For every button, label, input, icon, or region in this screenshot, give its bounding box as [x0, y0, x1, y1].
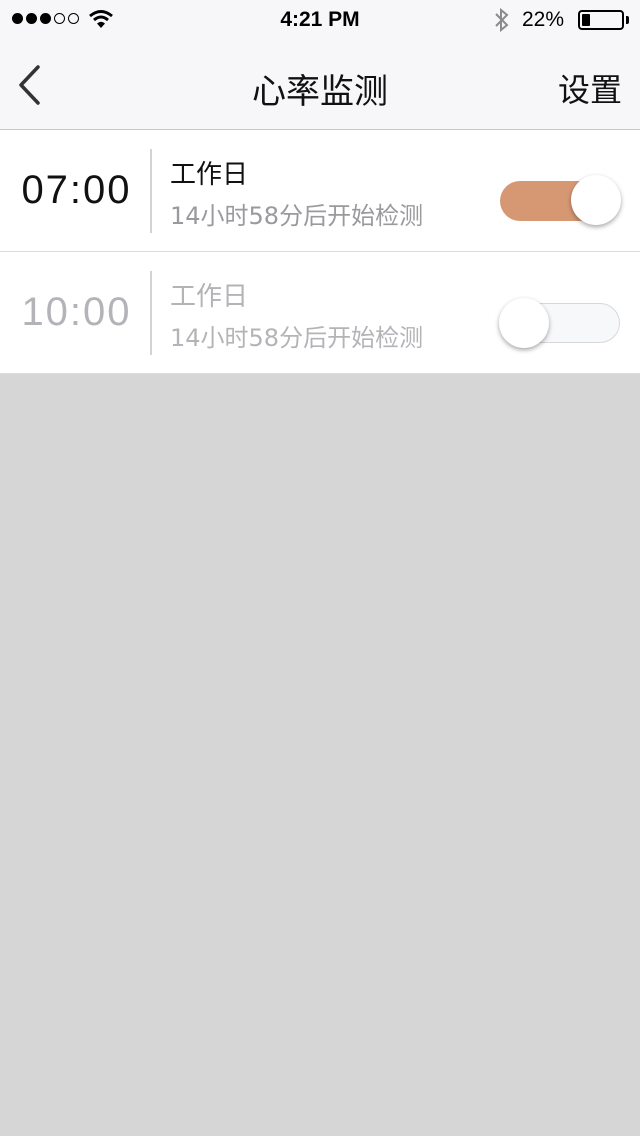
battery-icon [578, 10, 624, 30]
alarm-time: 10:00 [21, 290, 132, 334]
battery-level [582, 14, 590, 26]
alarm-row[interactable]: 07:00 工作日 14小时58分后开始检测 [0, 130, 640, 252]
page-title: 心率监测 [252, 72, 388, 112]
alarm-label: 工作日 [170, 282, 249, 312]
alarm-label: 工作日 [170, 160, 249, 190]
navigation-bar: 心率监测 设置 [0, 40, 640, 130]
status-bar: 4:21 PM 22% [0, 0, 640, 40]
alarm-toggle[interactable] [499, 298, 620, 348]
alarm-countdown: 14小时58分后开始检测 [170, 202, 424, 230]
alarm-countdown: 14小时58分后开始检测 [170, 324, 424, 352]
bluetooth-icon [495, 7, 509, 33]
alarm-list: 07:00 工作日 14小时58分后开始检测 10:00 工作日 14小时58分… [0, 130, 640, 374]
alarm-toggle[interactable] [500, 175, 621, 225]
settings-button[interactable]: 设置 [558, 65, 622, 111]
toggle-knob[interactable] [571, 175, 621, 225]
row-divider [150, 271, 152, 355]
row-divider [150, 149, 152, 233]
battery-percent: 22% [522, 8, 565, 31]
alarm-row[interactable]: 10:00 工作日 14小时58分后开始检测 [0, 252, 640, 374]
battery-tip [626, 16, 629, 24]
toggle-knob[interactable] [499, 298, 549, 348]
alarm-time: 07:00 [21, 168, 132, 212]
